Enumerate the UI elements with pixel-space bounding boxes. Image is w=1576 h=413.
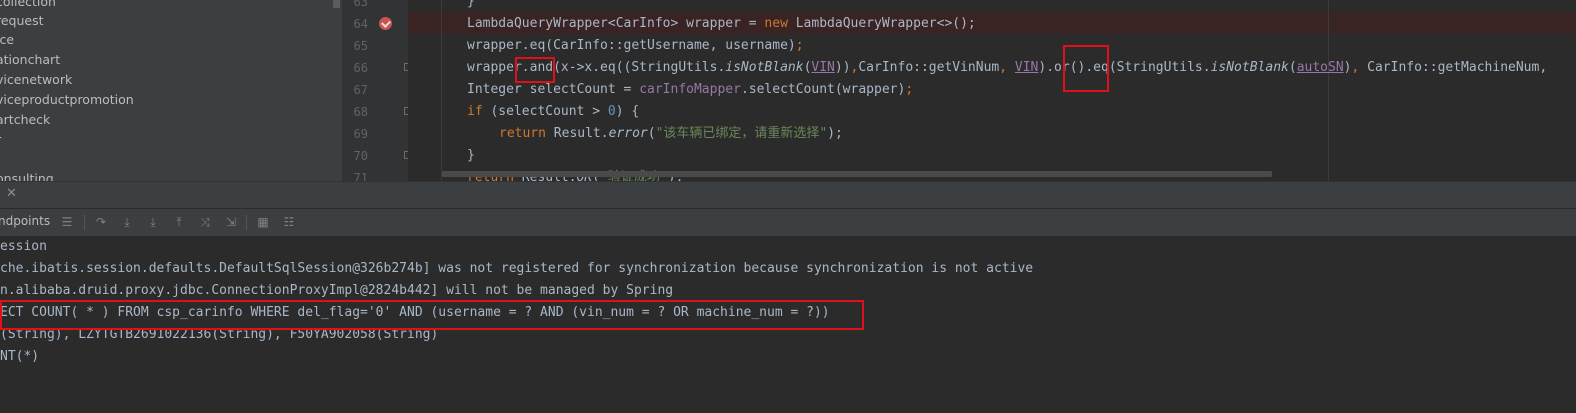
menu-lines-icon[interactable]: ☰	[58, 213, 76, 231]
annotation-box-and	[515, 57, 555, 83]
console-line: ession	[0, 239, 47, 254]
code-line[interactable]: return Result.error("该车辆已绑定，请重新选择");	[499, 123, 843, 145]
code-line[interactable]: }	[467, 0, 475, 13]
tree-item[interactable]: onsulting	[0, 169, 54, 181]
tree-item[interactable]: request	[0, 11, 44, 31]
tree-item[interactable]: ice	[0, 30, 14, 50]
tree-item[interactable]: r	[0, 130, 1, 150]
line-number: 66	[353, 61, 368, 75]
step-out-icon[interactable]: ⤒	[170, 213, 188, 231]
indent-guide	[441, 0, 442, 181]
tree-item[interactable]: artcheck	[0, 110, 50, 130]
tab-endpoints[interactable]: ndpoints	[0, 214, 50, 228]
line-number: 70	[353, 149, 368, 163]
code-line[interactable]: wrapper.and(x->x.eq((StringUtils.isNotBl…	[467, 57, 1547, 79]
tree-item[interactable]: ationchart	[0, 50, 60, 70]
code-line[interactable]: wrapper.eq(CarInfo::getUsername, usernam…	[467, 35, 804, 57]
code-line[interactable]: LambdaQueryWrapper<CarInfo> wrapper = ne…	[467, 13, 976, 35]
annotation-box-or	[1063, 45, 1109, 92]
project-tree[interactable]: collection request ice ationchart vicene…	[0, 0, 342, 181]
code-line[interactable]: }	[467, 145, 475, 167]
console-line: n.alibaba.druid.proxy.jdbc.ConnectionPro…	[0, 283, 674, 298]
tree-scrollbar[interactable]	[333, 0, 340, 8]
toolbar-divider	[246, 215, 247, 230]
drop-frame-icon[interactable]: ⤨	[196, 213, 214, 231]
annotation-box-sql	[0, 300, 864, 330]
line-number: 65	[353, 39, 368, 53]
tree-item[interactable]: viceproductpromotion	[0, 90, 134, 110]
tree-item[interactable]: vicenetwork	[0, 70, 72, 90]
line-number: 71	[353, 171, 368, 181]
line-number: 64	[353, 17, 368, 31]
close-icon[interactable]: ✕	[6, 186, 17, 201]
debug-toolbar: ndpoints ☰ ↷ ⤓ ⤓ ⤒ ⤨ ⇲ ▦ ☷	[0, 208, 1576, 237]
code-line[interactable]: if (selectCount > 0) {	[467, 101, 639, 123]
breakpoint-icon[interactable]	[379, 17, 392, 30]
right-margin-guide	[1328, 0, 1329, 181]
debug-panel-header: ✕	[0, 181, 1576, 209]
trace-stream-icon[interactable]: ☷	[280, 213, 298, 231]
toolbar-divider	[84, 215, 85, 230]
step-over-icon[interactable]: ↷	[92, 213, 110, 231]
console-line: che.ibatis.session.defaults.DefaultSqlSe…	[0, 261, 1034, 276]
editor-gutter[interactable]: 63 64 65 66 67 68 69 70 71	[342, 0, 408, 181]
line-number: 67	[353, 83, 368, 97]
line-number: 63	[353, 0, 368, 9]
step-into-icon[interactable]: ⤓	[118, 213, 136, 231]
editor-horizontal-scrollbar[interactable]	[442, 171, 1272, 177]
run-to-cursor-icon[interactable]: ⇲	[222, 213, 240, 231]
console-line: NT(*)	[0, 349, 40, 364]
line-number: 68	[353, 105, 368, 119]
line-number: 69	[353, 127, 368, 141]
code-editor[interactable]: } LambdaQueryWrapper<CarInfo> wrapper = …	[408, 0, 1576, 181]
force-step-into-icon[interactable]: ⤓	[144, 213, 162, 231]
evaluate-expression-icon[interactable]: ▦	[254, 213, 272, 231]
